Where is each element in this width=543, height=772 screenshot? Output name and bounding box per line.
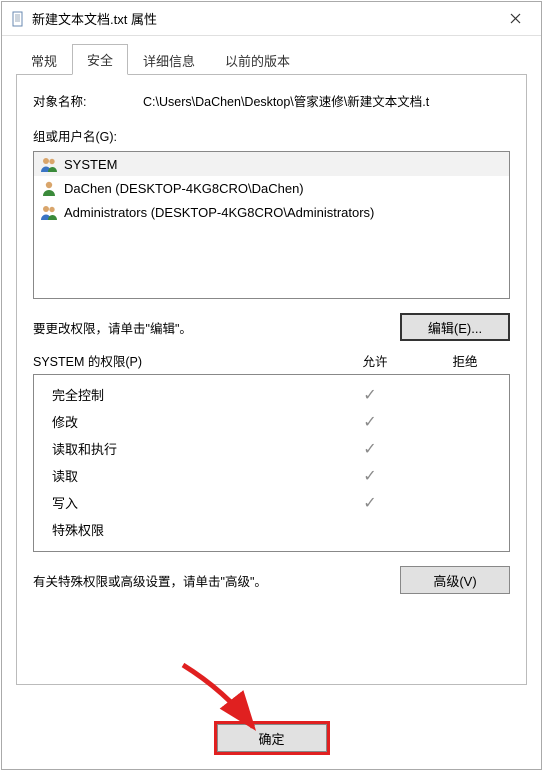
col-deny: 拒绝	[420, 351, 510, 370]
permission-row: 特殊权限	[44, 516, 499, 543]
permissions-table: 完全控制✓修改✓读取和执行✓读取✓写入✓特殊权限	[33, 374, 510, 552]
ok-button-highlight: 确定	[214, 721, 330, 755]
object-name-value: C:\Users\DaChen\Desktop\管家速修\新建文本文档.t	[143, 91, 510, 110]
document-icon	[10, 11, 26, 27]
permission-allow: ✓	[327, 493, 413, 513]
user-list-item[interactable]: DaChen (DESKTOP-4KG8CRO\DaChen)	[34, 176, 509, 200]
permissions-header: SYSTEM 的权限(P) 允许 拒绝	[33, 351, 510, 370]
user-name: DaChen (DESKTOP-4KG8CRO\DaChen)	[64, 181, 304, 196]
group-users-label: 组或用户名(G):	[33, 126, 510, 145]
group-icon	[40, 155, 58, 173]
tab-body-security: 对象名称: C:\Users\DaChen\Desktop\管家速修\新建文本文…	[16, 75, 527, 685]
object-name-row: 对象名称: C:\Users\DaChen\Desktop\管家速修\新建文本文…	[33, 91, 510, 110]
edit-hint: 要更改权限，请单击"编辑"。	[33, 318, 192, 337]
footer-buttons: 确定	[16, 711, 527, 769]
advanced-row: 有关特殊权限或高级设置，请单击"高级"。 高级(V)	[33, 566, 510, 594]
advanced-hint: 有关特殊权限或高级设置，请单击"高级"。	[33, 571, 267, 590]
permission-name: 完全控制	[44, 385, 327, 404]
permission-allow: ✓	[327, 439, 413, 459]
permission-row: 修改✓	[44, 408, 499, 435]
tab-details[interactable]: 详细信息	[128, 45, 210, 75]
permission-name: 修改	[44, 412, 327, 431]
properties-dialog: 新建文本文档.txt 属性 常规 安全 详细信息 以前的版本 对象名称: C:\…	[1, 1, 542, 770]
col-allow: 允许	[330, 351, 420, 370]
titlebar: 新建文本文档.txt 属性	[2, 2, 541, 36]
permission-row: 完全控制✓	[44, 381, 499, 408]
user-list[interactable]: SYSTEM DaChen (DESKTOP-4KG8CRO\DaChen) Adm…	[33, 151, 510, 299]
close-icon	[510, 11, 521, 27]
group-icon	[40, 203, 58, 221]
tab-previous-versions[interactable]: 以前的版本	[210, 45, 305, 75]
permission-allow: ✓	[327, 385, 413, 405]
permission-name: 特殊权限	[44, 520, 327, 539]
permission-name: 读取和执行	[44, 439, 327, 458]
permission-name: 读取	[44, 466, 327, 485]
permission-name: 写入	[44, 493, 327, 512]
window-title: 新建文本文档.txt 属性	[32, 9, 493, 28]
user-name: Administrators (DESKTOP-4KG8CRO\Administ…	[64, 205, 374, 220]
permission-row: 读取和执行✓	[44, 435, 499, 462]
permission-row: 读取✓	[44, 462, 499, 489]
user-icon	[40, 179, 58, 197]
permissions-for-label: SYSTEM 的权限(P)	[33, 351, 330, 370]
user-name: SYSTEM	[64, 157, 117, 172]
advanced-button[interactable]: 高级(V)	[400, 566, 510, 594]
permission-row: 写入✓	[44, 489, 499, 516]
edit-row: 要更改权限，请单击"编辑"。 编辑(E)...	[33, 313, 510, 341]
tab-general[interactable]: 常规	[16, 45, 72, 75]
edit-button[interactable]: 编辑(E)...	[400, 313, 510, 341]
user-list-item[interactable]: Administrators (DESKTOP-4KG8CRO\Administ…	[34, 200, 509, 224]
permission-allow: ✓	[327, 466, 413, 486]
ok-button[interactable]: 确定	[217, 724, 327, 752]
tab-strip: 常规 安全 详细信息 以前的版本	[16, 46, 527, 75]
tab-security[interactable]: 安全	[72, 44, 128, 75]
permission-allow: ✓	[327, 412, 413, 432]
dialog-content: 常规 安全 详细信息 以前的版本 对象名称: C:\Users\DaChen\D…	[2, 36, 541, 769]
object-name-label: 对象名称:	[33, 91, 143, 110]
close-button[interactable]	[493, 5, 537, 33]
user-list-item[interactable]: SYSTEM	[34, 152, 509, 176]
